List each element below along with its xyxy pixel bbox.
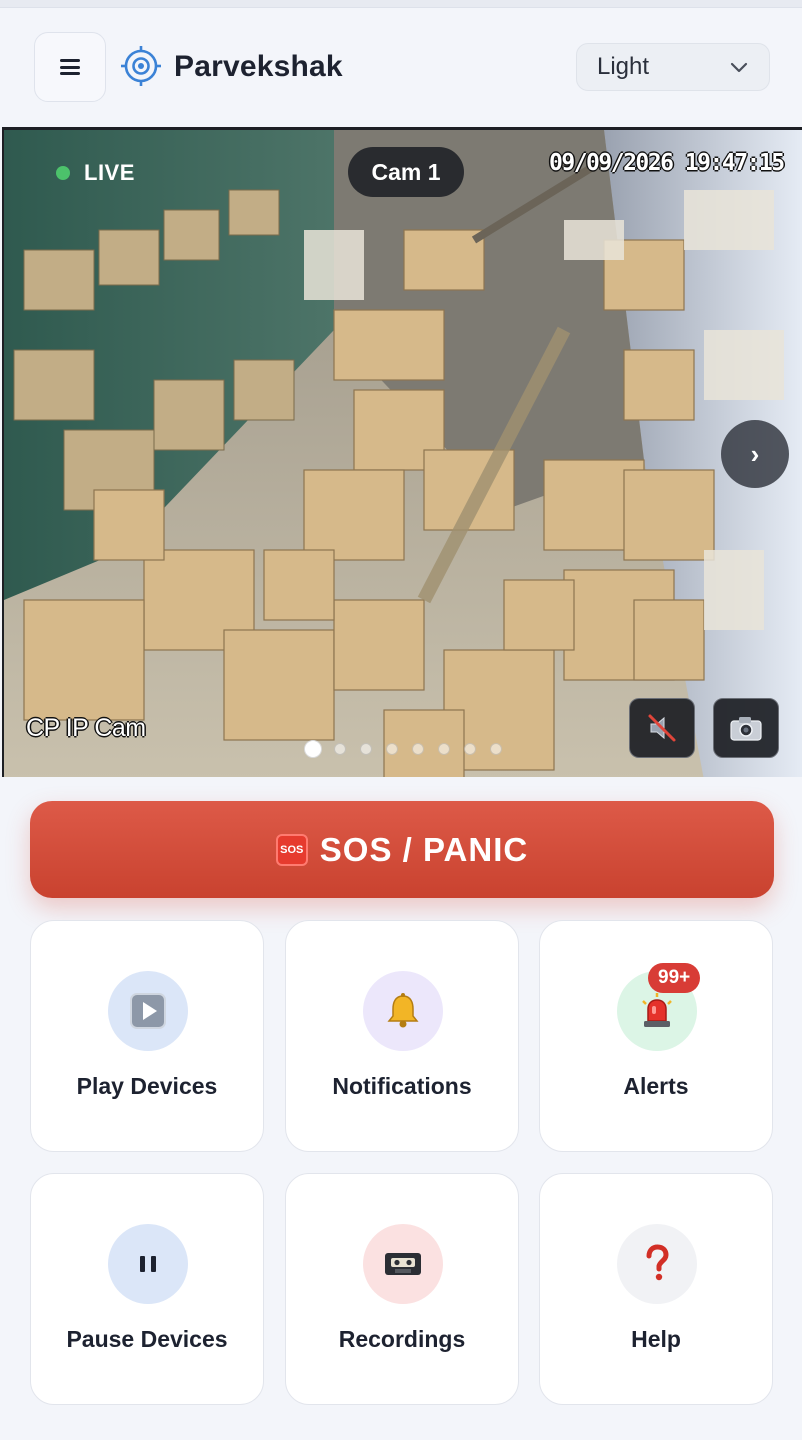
carousel-dot[interactable] — [334, 743, 346, 755]
tile-help[interactable]: Help — [539, 1173, 773, 1405]
sos-panic-button[interactable]: SOS SOS / PANIC — [30, 801, 774, 898]
carousel-dot[interactable] — [464, 743, 476, 755]
question-mark-icon — [617, 1224, 697, 1304]
camera-name-pill: Cam 1 — [348, 147, 464, 197]
chevron-right-icon: › — [750, 438, 760, 469]
tile-label: Notifications — [332, 1073, 472, 1099]
hamburger-menu-icon — [60, 59, 80, 75]
tile-play-devices[interactable]: Play Devices — [30, 920, 264, 1152]
app-name: Parvekshak — [174, 50, 343, 83]
top-edge — [0, 0, 802, 8]
live-dot — [56, 166, 70, 180]
sos-label: SOS / PANIC — [319, 830, 529, 868]
tile-label: Alerts — [623, 1073, 689, 1099]
mute-button[interactable] — [629, 698, 695, 758]
carousel-dot[interactable] — [386, 743, 398, 755]
alerts-count-badge: 99+ — [648, 963, 701, 993]
pause-icon — [108, 1224, 188, 1304]
carousel-dot[interactable] — [490, 743, 502, 755]
camera-snapshot-icon — [730, 717, 762, 741]
chevron-down-icon — [730, 62, 748, 73]
carousel-dot[interactable] — [412, 743, 424, 755]
camera-timestamp: 09/09/2026 19:47:15 — [549, 150, 785, 176]
play-button-icon — [108, 971, 188, 1051]
app-header: Parvekshak Light — [0, 8, 802, 128]
tile-label: Help — [631, 1326, 681, 1352]
camera-view[interactable]: LIVE Cam 1 09/09/2026 19:47:15 CP IP Cam… — [2, 127, 802, 777]
camera-feed-image — [4, 130, 802, 777]
tile-recordings[interactable]: Recordings — [285, 1173, 519, 1405]
camera-overlay-name: CP IP Cam — [26, 714, 146, 742]
carousel-dot[interactable] — [438, 743, 450, 755]
snapshot-button[interactable] — [713, 698, 779, 758]
tile-pause-devices[interactable]: Pause Devices — [30, 1173, 264, 1405]
target-crosshair-icon — [121, 46, 161, 86]
videocassette-icon — [363, 1224, 443, 1304]
next-camera-button[interactable]: › — [721, 420, 789, 488]
menu-button[interactable] — [34, 32, 106, 102]
carousel-dot[interactable] — [304, 740, 322, 758]
live-indicator: LIVE — [56, 160, 135, 186]
speaker-muted-icon — [648, 714, 676, 742]
theme-select[interactable]: Light — [576, 43, 770, 91]
carousel-dot[interactable] — [360, 743, 372, 755]
bell-icon — [363, 971, 443, 1051]
tile-alerts[interactable]: 99+ Alerts — [539, 920, 773, 1152]
tile-notifications[interactable]: Notifications — [285, 920, 519, 1152]
theme-select-value: Light — [597, 53, 650, 80]
tile-label: Pause Devices — [66, 1326, 228, 1352]
sos-icon: SOS — [275, 833, 308, 866]
carousel-dots — [304, 740, 516, 758]
tile-label: Play Devices — [76, 1073, 218, 1099]
live-label: LIVE — [84, 160, 135, 185]
tile-label: Recordings — [338, 1326, 466, 1352]
